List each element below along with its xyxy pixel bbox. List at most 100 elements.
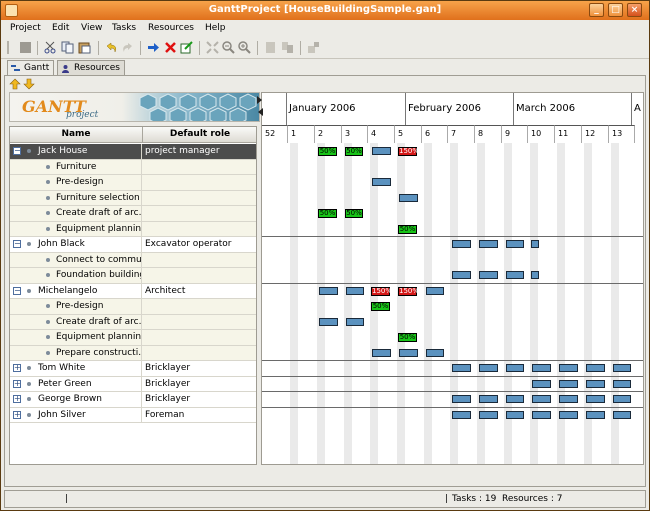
menu-tasks[interactable]: Tasks <box>112 23 136 33</box>
assignment-bar[interactable] <box>532 379 551 388</box>
collapse-icon[interactable]: − <box>13 240 21 248</box>
task-row[interactable]: Create draft of arc... <box>10 314 256 330</box>
collapse-icon[interactable]: − <box>13 286 21 295</box>
assignment-bar[interactable] <box>479 410 498 419</box>
new-task-icon[interactable] <box>147 41 160 54</box>
assignment-bar[interactable] <box>559 379 578 388</box>
menu-resources[interactable]: Resources <box>148 23 194 33</box>
resource-row[interactable]: + John Silver Foreman <box>10 407 256 423</box>
properties-icon[interactable] <box>180 41 193 54</box>
task-row[interactable]: Equipment planning <box>10 330 256 346</box>
assignment-bar[interactable] <box>452 271 471 279</box>
assignment-bar[interactable] <box>452 395 471 403</box>
assignment-bar[interactable] <box>426 348 444 357</box>
move-down-icon[interactable] <box>23 78 35 90</box>
expand-icon[interactable]: + <box>13 379 21 388</box>
task-row[interactable]: Furniture selection <box>10 190 256 206</box>
close-button[interactable]: × <box>627 3 642 17</box>
task-row[interactable]: Create draft of arc... <box>10 206 256 222</box>
redo-icon[interactable] <box>121 41 134 54</box>
expand-icon[interactable]: + <box>13 410 21 419</box>
task-row[interactable]: Equipment planning <box>10 221 256 237</box>
assignment-bar[interactable] <box>613 364 631 372</box>
resource-row[interactable]: − John Black Excavator operator <box>10 237 256 253</box>
assignment-bar[interactable] <box>372 348 391 357</box>
zoom-fit-icon[interactable] <box>206 41 219 54</box>
share-icon[interactable] <box>307 41 320 54</box>
task-row[interactable]: Foundation building <box>10 268 256 284</box>
assignment-bar[interactable] <box>586 364 605 372</box>
assignment-bar[interactable] <box>346 286 364 295</box>
tab-resources[interactable]: Resources <box>57 60 125 75</box>
task-row[interactable]: Connect to commu... <box>10 252 256 268</box>
resource-row[interactable]: − Michelangelo Architect <box>10 283 256 299</box>
assignment-bar[interactable] <box>586 379 605 388</box>
assignment-bar[interactable] <box>319 317 338 326</box>
assignment-bar[interactable] <box>532 395 551 403</box>
zoom-out-icon[interactable] <box>222 41 235 54</box>
assignment-bar[interactable] <box>532 364 551 372</box>
task-row[interactable]: Pre-design <box>10 175 256 191</box>
collapse-icon[interactable]: − <box>13 147 21 155</box>
assignment-bar[interactable] <box>479 271 498 279</box>
minimize-button[interactable]: _ <box>589 3 604 17</box>
assignment-bar[interactable] <box>452 410 471 419</box>
preview-icon[interactable] <box>281 41 294 54</box>
resource-row[interactable]: − Jack House project manager <box>10 144 256 160</box>
cut-icon[interactable] <box>44 41 57 54</box>
assignment-bar[interactable] <box>613 379 631 388</box>
assignment-bar[interactable] <box>452 364 471 372</box>
assignment-bar[interactable] <box>319 286 338 295</box>
maximize-button[interactable]: □ <box>608 3 623 17</box>
expand-icon[interactable]: + <box>13 364 21 372</box>
copy-icon[interactable] <box>61 41 74 54</box>
assignment-bar[interactable] <box>559 395 578 403</box>
zoom-in-icon[interactable] <box>238 41 251 54</box>
assignment-bar[interactable] <box>479 395 498 403</box>
resource-row[interactable]: + George Brown Bricklayer <box>10 392 256 408</box>
assignment-bar[interactable] <box>372 178 391 186</box>
column-header-role[interactable]: Default role <box>143 127 256 143</box>
assignment-bar[interactable] <box>506 410 524 419</box>
undo-icon[interactable] <box>105 41 118 54</box>
assignment-bar[interactable] <box>426 286 444 295</box>
task-row[interactable]: Pre-design <box>10 299 256 315</box>
assignment-bar[interactable] <box>613 395 631 403</box>
assignment-bar[interactable] <box>532 410 551 419</box>
resource-row[interactable]: + Tom White Bricklayer <box>10 361 256 377</box>
resource-row[interactable]: + Peter Green Bricklayer <box>10 376 256 392</box>
assignment-bar[interactable] <box>559 410 578 419</box>
assignment-bar[interactable] <box>586 410 605 419</box>
column-header-name[interactable]: Name <box>10 127 143 143</box>
assignment-bar[interactable] <box>506 240 524 248</box>
assignment-bar[interactable] <box>559 364 578 372</box>
assignment-bar[interactable] <box>506 271 524 279</box>
menu-edit[interactable]: Edit <box>52 23 69 33</box>
assignment-bar[interactable] <box>399 348 418 357</box>
expand-icon[interactable]: + <box>13 395 21 403</box>
move-up-icon[interactable] <box>9 78 21 90</box>
splitter-arrows[interactable] <box>257 92 263 124</box>
menu-view[interactable]: View <box>81 23 102 33</box>
task-row[interactable]: Prepare constructi... <box>10 345 256 361</box>
assignment-bar[interactable] <box>586 395 605 403</box>
menu-project[interactable]: Project <box>10 23 41 33</box>
assignment-bar[interactable] <box>399 193 418 202</box>
assignment-bar[interactable] <box>346 317 364 326</box>
print-icon[interactable] <box>264 41 277 54</box>
menu-help[interactable]: Help <box>205 23 226 33</box>
save-icon[interactable] <box>19 41 32 54</box>
assignment-bar[interactable] <box>506 364 524 372</box>
assignment-bar[interactable] <box>506 395 524 403</box>
assignment-bar[interactable] <box>531 240 539 248</box>
assignment-bar[interactable] <box>452 240 471 248</box>
assignment-bar[interactable] <box>479 364 498 372</box>
tab-gantt[interactable]: Gantt <box>7 60 55 76</box>
assignment-bar[interactable] <box>372 147 391 155</box>
assignment-bar[interactable] <box>479 240 498 248</box>
paste-icon[interactable] <box>78 41 91 54</box>
task-row[interactable]: Furniture <box>10 159 256 175</box>
assignment-bar[interactable] <box>531 271 539 279</box>
assignment-bar[interactable] <box>613 410 631 419</box>
delete-icon[interactable] <box>164 41 177 54</box>
